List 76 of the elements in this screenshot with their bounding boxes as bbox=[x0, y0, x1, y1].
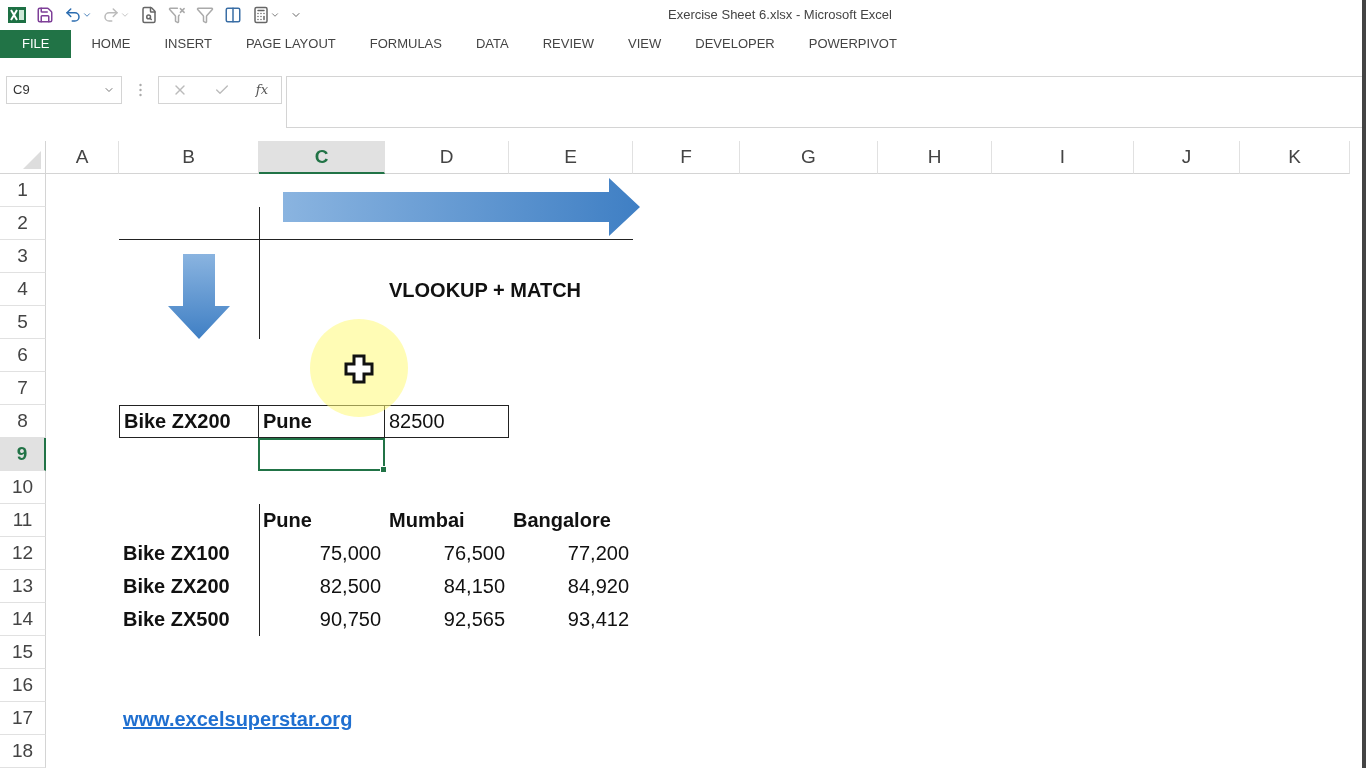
row-header[interactable]: 3 bbox=[0, 240, 46, 273]
formula-input[interactable] bbox=[286, 75, 1362, 128]
column-header[interactable]: E bbox=[509, 141, 633, 174]
selected-cell[interactable] bbox=[258, 438, 385, 471]
row-header[interactable]: 17 bbox=[0, 702, 46, 735]
row-header[interactable]: 13 bbox=[0, 570, 46, 603]
table-cell-text: 93,412 bbox=[566, 607, 630, 632]
row-header[interactable]: 8 bbox=[0, 405, 46, 438]
table-cell-text: 82,500 bbox=[318, 574, 382, 599]
grip-icon bbox=[138, 82, 142, 97]
website-link[interactable]: www.excelsuperstar.org bbox=[123, 705, 353, 732]
table-cell-text: 84,150 bbox=[442, 574, 506, 599]
file-menu-button[interactable]: FILE bbox=[0, 29, 72, 58]
row-heading: Bike ZX500 bbox=[122, 607, 231, 632]
column-heading: Bangalore bbox=[512, 508, 612, 533]
row-header[interactable]: 1 bbox=[0, 174, 46, 207]
row-heading: Bike ZX100 bbox=[122, 541, 231, 566]
redo-icon[interactable] bbox=[102, 5, 130, 24]
row-header[interactable]: 2 bbox=[0, 207, 46, 240]
window-title: Exercise Sheet 6.xlsx - Microsoft Excel bbox=[668, 7, 892, 22]
print-preview-icon[interactable] bbox=[140, 5, 158, 24]
row-header[interactable]: 6 bbox=[0, 339, 46, 372]
row-header[interactable]: 18 bbox=[0, 735, 46, 768]
table-cell-text: 75,000 bbox=[318, 541, 382, 566]
row-header[interactable]: 16 bbox=[0, 669, 46, 702]
ribbon-tab[interactable]: REVIEW bbox=[525, 29, 611, 58]
column-header[interactable]: C bbox=[259, 141, 385, 174]
column-heading: Pune bbox=[262, 508, 313, 533]
column-header[interactable]: B bbox=[119, 141, 259, 174]
save-icon[interactable] bbox=[36, 5, 54, 24]
column-header[interactable]: I bbox=[992, 141, 1134, 174]
clear-filter-icon[interactable] bbox=[168, 5, 186, 24]
spreadsheet-logo-icon bbox=[8, 6, 26, 23]
table-cell-text: 90,750 bbox=[318, 607, 382, 632]
table-cell-text: 76,500 bbox=[442, 541, 506, 566]
ribbon-tab[interactable]: POWERPIVOT bbox=[791, 29, 914, 58]
ribbon-tab[interactable]: DEVELOPER bbox=[678, 29, 792, 58]
insert-function-button[interactable]: fx bbox=[255, 82, 268, 98]
table-cell: Pune bbox=[259, 405, 385, 438]
sheet-heading: VLOOKUP + MATCH bbox=[389, 277, 582, 303]
row-header[interactable]: 5 bbox=[0, 306, 46, 339]
ribbon-tab[interactable]: PAGE LAYOUT bbox=[228, 29, 353, 58]
table-cell-text: 92,565 bbox=[442, 607, 506, 632]
row-header[interactable]: 7 bbox=[0, 372, 46, 405]
ribbon-tab[interactable]: HOME bbox=[74, 29, 148, 58]
row-header[interactable]: 9 bbox=[0, 438, 46, 471]
row-heading: Bike ZX200 bbox=[122, 574, 231, 599]
ribbon-tab[interactable]: DATA bbox=[458, 29, 526, 58]
row-header[interactable]: 10 bbox=[0, 471, 46, 504]
columns-icon[interactable] bbox=[224, 5, 242, 24]
row-header[interactable]: 14 bbox=[0, 603, 46, 636]
row-header[interactable]: 15 bbox=[0, 636, 46, 669]
ribbon-tab[interactable]: INSERT bbox=[147, 29, 229, 58]
column-header[interactable]: A bbox=[46, 141, 119, 174]
column-header[interactable]: G bbox=[740, 141, 878, 174]
column-heading: Mumbai bbox=[388, 508, 466, 533]
table-cell-text: 84,920 bbox=[566, 574, 630, 599]
column-header[interactable]: K bbox=[1240, 141, 1350, 174]
column-header[interactable]: J bbox=[1134, 141, 1240, 174]
table-cell-text: 77,200 bbox=[566, 541, 630, 566]
calculator-icon[interactable] bbox=[252, 5, 280, 24]
column-header[interactable]: H bbox=[878, 141, 992, 174]
filter-icon[interactable] bbox=[196, 5, 214, 24]
row-header[interactable]: 4 bbox=[0, 273, 46, 306]
undo-icon[interactable] bbox=[64, 5, 92, 24]
ribbon-tab[interactable]: FORMULAS bbox=[352, 29, 459, 58]
row-header[interactable]: 11 bbox=[0, 504, 46, 537]
name-box[interactable]: C9 bbox=[6, 75, 122, 104]
row-header[interactable]: 12 bbox=[0, 537, 46, 570]
column-header[interactable]: F bbox=[633, 141, 740, 174]
corner-triangle-icon bbox=[23, 151, 41, 169]
ribbon-tab[interactable]: VIEW bbox=[611, 29, 679, 58]
cross-cursor-icon bbox=[344, 354, 374, 384]
table-cell: Bike ZX200 bbox=[119, 405, 259, 438]
column-header[interactable]: D bbox=[385, 141, 509, 174]
table-cell: 82500 bbox=[385, 405, 509, 438]
